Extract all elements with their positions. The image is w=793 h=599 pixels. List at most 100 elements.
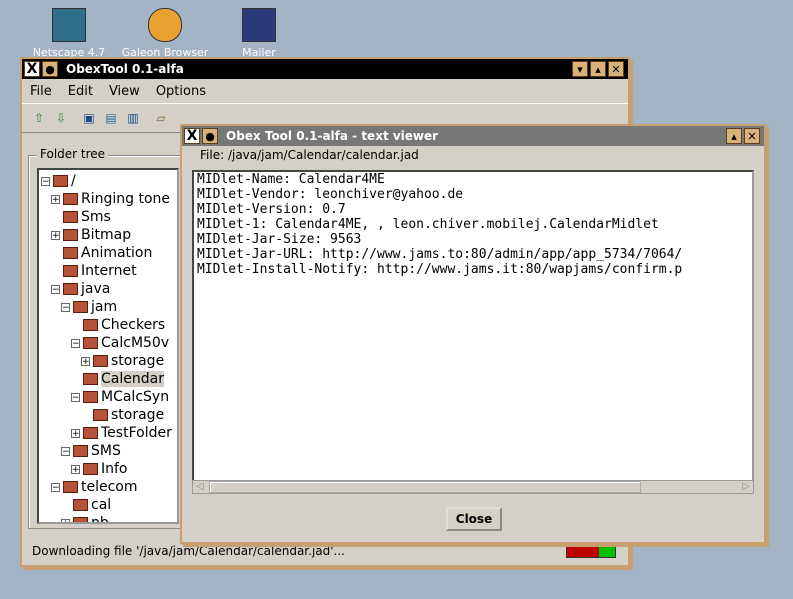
folder-icon <box>73 499 88 511</box>
close-button[interactable]: Close <box>446 507 502 531</box>
scroll-right-icon[interactable]: ▷ <box>739 481 753 493</box>
text-line: MIDlet-1: Calendar4ME, , leon.chiver.mob… <box>197 217 659 232</box>
tree-node[interactable]: Animation <box>63 244 152 262</box>
menu-options[interactable]: Options <box>156 84 206 99</box>
tree-node[interactable]: − jam <box>61 298 117 316</box>
folder-tree[interactable]: − / + Ringing tone Sms + Bitmap Animation I… <box>37 168 179 524</box>
text-viewer-window: X ● Obex Tool 0.1-alfa - text viewer ▴ ✕… <box>180 124 766 544</box>
folder-open-icon[interactable]: ▱ <box>152 109 170 127</box>
menu-file[interactable]: File <box>30 84 52 99</box>
folder-icon <box>63 283 78 295</box>
folder-tree-label: Folder tree <box>37 147 109 161</box>
expander-icon[interactable]: + <box>51 230 60 240</box>
menu-view[interactable]: View <box>109 84 140 99</box>
menubar: File Edit View Options <box>22 79 628 103</box>
window-menu-icon[interactable]: ● <box>42 61 58 77</box>
horizontal-scrollbar[interactable]: ◁ ▷ <box>192 480 754 494</box>
tree-node[interactable]: − SMS <box>61 442 121 460</box>
status-indicator <box>566 544 616 558</box>
expander-icon[interactable]: − <box>71 338 80 348</box>
close-icon[interactable]: ✕ <box>608 61 624 77</box>
desktop-icon-netscape[interactable]: Netscape 4.7 <box>24 8 114 59</box>
phone-icon[interactable]: ▣ <box>80 109 98 127</box>
file-path-label: File: /java/jam/Calendar/calendar.jad <box>198 148 421 162</box>
folder-icon <box>83 463 98 475</box>
menu-edit[interactable]: Edit <box>68 84 93 99</box>
folder-icon <box>73 445 88 457</box>
tree-node[interactable]: + Ringing tone <box>51 190 170 208</box>
desktop-icon-mailer[interactable]: Mailer <box>214 8 304 59</box>
text-line: MIDlet-Jar-Size: 9563 <box>197 232 362 247</box>
text-line: MIDlet-Name: Calendar4ME <box>197 172 385 187</box>
folder-icon <box>63 481 78 493</box>
folder-icon <box>53 175 68 187</box>
expander-icon[interactable]: − <box>61 446 70 456</box>
minimize-icon[interactable]: ▾ <box>572 61 588 77</box>
folder-icon <box>63 211 78 223</box>
folder-icon <box>73 301 88 313</box>
tree-node-selected[interactable]: Calendar <box>83 370 164 388</box>
refresh-icon[interactable]: ▥ <box>124 109 142 127</box>
folder-icon <box>63 193 78 205</box>
x-menu-icon[interactable]: X <box>24 61 40 77</box>
expander-icon[interactable]: − <box>51 284 60 294</box>
up-arrow-icon[interactable]: ⇧ <box>30 109 48 127</box>
expander-icon[interactable]: + <box>61 518 70 522</box>
tree-node[interactable]: − java <box>51 280 110 298</box>
expander-icon[interactable]: − <box>61 302 70 312</box>
tree-node[interactable]: + TestFolder <box>71 424 172 442</box>
tree-node[interactable]: + Bitmap <box>51 226 131 244</box>
tree-node[interactable]: + pb <box>61 514 109 522</box>
folder-icon <box>93 355 108 367</box>
main-titlebar[interactable]: X ● ObexTool 0.1-alfa ▾ ▴ ✕ <box>22 59 628 79</box>
tree-node[interactable]: cal <box>73 496 111 514</box>
tree-node[interactable]: − / <box>41 172 76 190</box>
folder-icon <box>83 373 98 385</box>
folder-icon <box>73 517 88 522</box>
expander-icon[interactable]: + <box>81 356 90 366</box>
tree-node[interactable]: + storage <box>81 352 164 370</box>
expander-icon[interactable]: + <box>51 194 60 204</box>
maximize-icon[interactable]: ▴ <box>590 61 606 77</box>
expander-icon[interactable]: − <box>41 176 50 186</box>
maximize-icon[interactable]: ▴ <box>726 128 742 144</box>
expander-icon[interactable]: − <box>71 392 80 402</box>
expander-icon[interactable]: + <box>71 428 80 438</box>
download-icon[interactable]: ▤ <box>102 109 120 127</box>
folder-icon <box>63 247 78 259</box>
viewer-titlebar[interactable]: X ● Obex Tool 0.1-alfa - text viewer ▴ ✕ <box>182 126 764 146</box>
tree-node[interactable]: − MCalcSyn <box>71 388 169 406</box>
netscape-icon <box>52 8 86 42</box>
tree-node[interactable]: storage <box>93 406 164 424</box>
expander-icon[interactable]: + <box>71 464 80 474</box>
tree-node[interactable]: Checkers <box>83 316 165 334</box>
tree-node[interactable]: + Info <box>71 460 128 478</box>
down-arrow-icon[interactable]: ⇩ <box>52 109 70 127</box>
folder-icon <box>63 265 78 277</box>
mailer-icon <box>242 8 276 42</box>
folder-icon <box>83 319 98 331</box>
scroll-left-icon[interactable]: ◁ <box>193 481 207 493</box>
expander-icon[interactable]: − <box>51 482 60 492</box>
desktop-icon-galeon[interactable]: Galeon Browser <box>120 8 210 59</box>
folder-icon <box>83 337 98 349</box>
status-text: Downloading file '/java/jam/Calendar/cal… <box>32 544 345 558</box>
window-title: ObexTool 0.1-alfa <box>66 62 184 76</box>
tree-node[interactable]: Sms <box>63 208 111 226</box>
x-menu-icon[interactable]: X <box>184 128 200 144</box>
window-menu-icon[interactable]: ● <box>202 128 218 144</box>
statusbar: Downloading file '/java/jam/Calendar/cal… <box>26 541 624 561</box>
text-line: MIDlet-Vendor: leonchiver@yahoo.de <box>197 187 464 202</box>
tree-node[interactable]: Internet <box>63 262 137 280</box>
tree-node[interactable]: − CalcM50v <box>71 334 169 352</box>
folder-icon <box>63 229 78 241</box>
galeon-icon <box>148 8 182 42</box>
close-icon[interactable]: ✕ <box>744 128 760 144</box>
text-line: MIDlet-Version: 0.7 <box>197 202 346 217</box>
text-content[interactable]: MIDlet-Name: Calendar4ME MIDlet-Vendor: … <box>192 170 754 482</box>
tree-node[interactable]: − telecom <box>51 478 138 496</box>
scroll-thumb[interactable] <box>209 481 641 493</box>
folder-icon <box>83 391 98 403</box>
folder-icon <box>93 409 108 421</box>
text-line: MIDlet-Jar-URL: http://www.jams.to:80/ad… <box>197 247 683 262</box>
